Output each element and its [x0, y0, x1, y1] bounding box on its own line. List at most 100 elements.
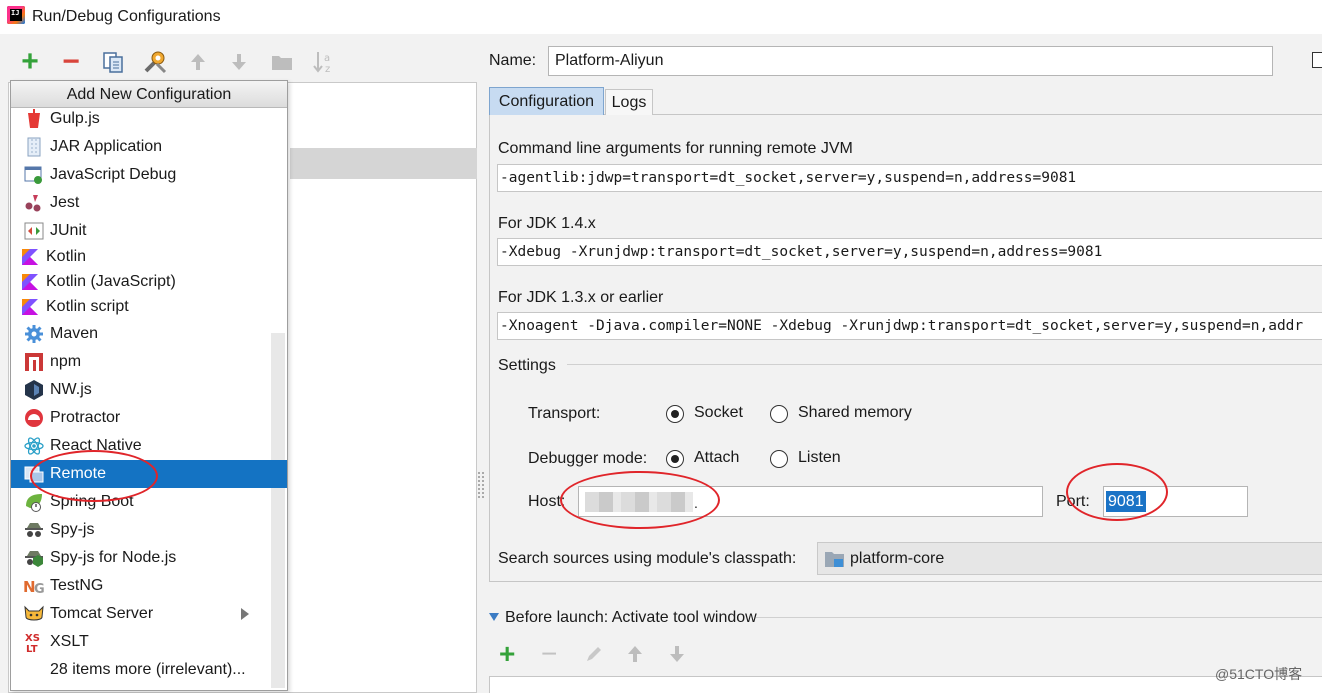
- debugger-listen-radio[interactable]: [770, 450, 788, 468]
- popup-item-kotlin-script[interactable]: Kotlin script: [11, 293, 287, 321]
- spring-boot-icon: [23, 491, 45, 513]
- copy-icon[interactable]: [101, 50, 125, 74]
- popup-item-label: Gulp.js: [50, 110, 100, 127]
- popup-item-xslt[interactable]: XS LT XSLT: [11, 628, 287, 656]
- submenu-arrow-icon: [241, 608, 249, 620]
- annotation-ellipse-host: [560, 471, 720, 529]
- popup-item-spy-js-node[interactable]: Spy-js for Node.js: [11, 544, 287, 572]
- cmd-args-field[interactable]: -agentlib:jdwp=transport=dt_socket,serve…: [497, 164, 1322, 192]
- debugger-mode-label: Debugger mode:: [528, 450, 648, 467]
- module-classpath-label: Search sources using module's classpath:: [498, 550, 797, 567]
- tab-configuration[interactable]: Configuration: [489, 87, 604, 115]
- gulp-icon: [23, 108, 45, 130]
- popup-item-javascript-debug[interactable]: JavaScript Debug: [11, 161, 287, 189]
- name-label: Name:: [489, 52, 537, 69]
- debugger-listen-label: Listen: [798, 449, 841, 466]
- popup-item-label: npm: [50, 353, 82, 370]
- sort-icon[interactable]: az: [312, 50, 336, 74]
- folder-icon[interactable]: [270, 50, 294, 74]
- tab-logs[interactable]: Logs: [605, 89, 653, 115]
- popup-item-maven[interactable]: Maven: [11, 320, 287, 348]
- popup-item-nwjs[interactable]: NW.js: [11, 376, 287, 404]
- settings-label: Settings: [498, 357, 556, 374]
- popup-item-label: XSLT: [50, 633, 89, 650]
- before-launch-up-icon[interactable]: [625, 644, 645, 669]
- debugger-attach-label: Attach: [694, 449, 740, 466]
- transport-label: Transport:: [528, 405, 601, 422]
- jar-icon: [23, 136, 45, 158]
- svg-text:a: a: [324, 53, 330, 64]
- popup-item-label: 28 items more (irrelevant)...: [50, 661, 246, 678]
- popup-item-label: Kotlin script: [46, 298, 129, 315]
- before-launch-label[interactable]: Before launch: Activate tool window: [505, 609, 757, 627]
- popup-item-npm[interactable]: npm: [11, 348, 287, 376]
- remove-icon[interactable]: −: [59, 47, 83, 77]
- debugger-attach-radio[interactable]: [666, 450, 684, 468]
- popup-item-label: NW.js: [50, 381, 92, 398]
- splitter-handle[interactable]: [478, 472, 484, 498]
- transport-socket-radio[interactable]: [666, 405, 684, 423]
- popup-item-protractor[interactable]: Protractor: [11, 404, 287, 432]
- popup-item-gulp[interactable]: Gulp.js: [11, 105, 287, 133]
- module-folder-icon: [824, 549, 846, 574]
- before-launch-add-icon[interactable]: +: [499, 640, 515, 668]
- popup-item-kotlin[interactable]: Kotlin: [11, 243, 287, 271]
- xslt-icon: XS LT: [23, 631, 45, 653]
- popup-item-label: Spy-js: [50, 521, 95, 538]
- annotation-ellipse-port: [1066, 463, 1168, 521]
- jdk13-label: For JDK 1.3.x or earlier: [498, 289, 664, 306]
- popup-item-label: Jest: [50, 194, 80, 211]
- spy-js-icon: [23, 519, 45, 541]
- add-icon[interactable]: +: [18, 47, 42, 77]
- name-input[interactable]: Platform-Aliyun: [548, 46, 1273, 76]
- popup-item-label: JAR Application: [50, 138, 163, 155]
- popup-item-tomcat-server[interactable]: Tomcat Server: [11, 600, 287, 628]
- edit-defaults-icon[interactable]: [143, 50, 167, 74]
- popup-item-testng[interactable]: NG TestNG: [11, 572, 287, 600]
- popup-item-label: JUnit: [50, 222, 87, 239]
- popup-item-jest[interactable]: Jest: [11, 189, 287, 217]
- junit-icon: [23, 220, 45, 242]
- spy-js-node-icon: [23, 547, 45, 569]
- transport-shared-memory-radio[interactable]: [770, 405, 788, 423]
- kotlin-icon: [19, 296, 41, 318]
- popup-item-junit[interactable]: JUnit: [11, 217, 287, 245]
- popup-item-spy-js[interactable]: Spy-js: [11, 516, 287, 544]
- share-checkbox[interactable]: [1312, 52, 1322, 68]
- tomcat-icon: [23, 603, 45, 625]
- testng-icon: NG: [23, 575, 45, 597]
- popup-item-label: JavaScript Debug: [50, 166, 177, 183]
- cmd-args-label: Command line arguments for running remot…: [498, 140, 853, 157]
- window-title: Run/Debug Configurations: [32, 8, 221, 25]
- tree-selected-row[interactable]: [290, 148, 477, 179]
- popup-item-label: TestNG: [50, 577, 104, 594]
- collapse-triangle-icon[interactable]: [489, 613, 499, 621]
- settings-divider: [567, 364, 1322, 365]
- popup-item-label: Kotlin (JavaScript): [46, 273, 176, 290]
- move-down-icon[interactable]: [227, 50, 251, 74]
- svg-text:LT: LT: [26, 644, 38, 653]
- before-launch-down-icon[interactable]: [667, 644, 687, 669]
- popup-item-label: Kotlin: [46, 248, 87, 265]
- before-launch-remove-icon[interactable]: −: [541, 640, 557, 668]
- add-new-configuration-popup: Add New Configuration Gulp.js JAR Applic…: [10, 80, 288, 691]
- before-launch-edit-icon[interactable]: [584, 644, 604, 669]
- popup-item-label: Maven: [50, 325, 99, 342]
- popup-item-kotlin-javascript[interactable]: Kotlin (JavaScript): [11, 268, 287, 296]
- before-launch-divider: [756, 617, 1322, 618]
- popup-header: Add New Configuration: [11, 81, 287, 108]
- move-up-icon[interactable]: [186, 50, 210, 74]
- jdk13-args-field[interactable]: -Xnoagent -Djava.compiler=NONE -Xdebug -…: [497, 312, 1322, 340]
- annotation-ellipse-remote: [30, 450, 158, 502]
- jest-icon: [23, 192, 45, 214]
- popup-item-jar-application[interactable]: JAR Application: [11, 133, 287, 161]
- before-launch-task-list[interactable]: [489, 676, 1322, 693]
- intellij-logo-icon: IJ: [7, 6, 25, 24]
- kotlin-icon: [19, 271, 41, 293]
- javascript-debug-icon: [23, 164, 45, 186]
- npm-icon: [23, 351, 45, 373]
- popup-item-more[interactable]: 28 items more (irrelevant)...: [11, 656, 287, 684]
- jdk14-args-field[interactable]: -Xdebug -Xrunjdwp:transport=dt_socket,se…: [497, 238, 1322, 266]
- popup-item-label: Protractor: [50, 409, 121, 426]
- popup-item-label: Spy-js for Node.js: [50, 549, 177, 566]
